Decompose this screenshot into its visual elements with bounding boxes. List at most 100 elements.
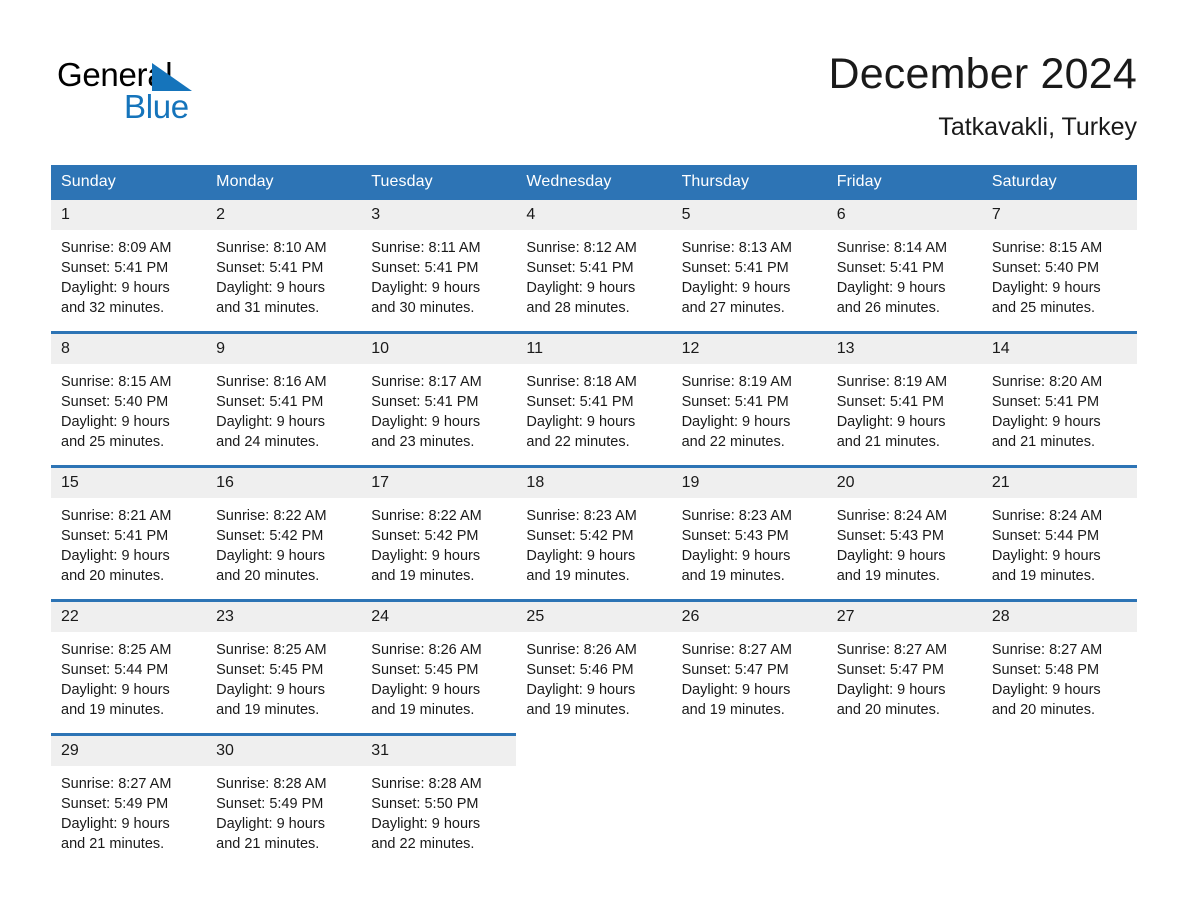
day-daylight-line2-text: and 19 minutes. [526, 568, 630, 584]
day-sunrise-text: Sunrise: 8:28 AM [216, 776, 327, 792]
day-number: 7 [981, 200, 1137, 230]
day-sun-info: Sunrise: 8:20 AM Sunset: 5:41 PM Daylight:… [982, 364, 1137, 452]
weekday-header-friday: Friday [826, 165, 982, 200]
calendar-day-cell[interactable]: 18 Sunrise: 8:23 AM Sunset: 5:42 PM Dayligh… [516, 465, 672, 601]
day-daylight-line2-text: and 30 minutes. [371, 300, 475, 316]
day-sun-info: Sunrise: 8:10 AM Sunset: 5:41 PM Daylight:… [206, 230, 361, 318]
calendar-day-cell[interactable]: 24 Sunrise: 8:26 AM Sunset: 5:45 PM Dayligh… [361, 599, 517, 735]
day-sunrise-text: Sunrise: 8:20 AM [991, 374, 1103, 390]
calendar-empty-cell [981, 734, 1137, 867]
day-cell-inner: 1 Sunrise: 8:09 AM Sunset: 5:41 PM Daylight… [51, 200, 207, 331]
day-cell-inner: 6 Sunrise: 8:14 AM Sunset: 5:41 PM Daylight… [826, 200, 982, 331]
day-cell-inner: 27 Sunrise: 8:27 AM Sunset: 5:47 PM Dayligh… [826, 602, 982, 735]
day-sun-info: Sunrise: 8:17 AM Sunset: 5:41 PM Daylight:… [361, 364, 516, 452]
day-daylight-line1-text: Daylight: 9 hours [681, 414, 791, 430]
day-cell-inner: 19 Sunrise: 8:23 AM Sunset: 5:43 PM Dayligh… [671, 468, 827, 599]
day-daylight-line1-text: Daylight: 9 hours [836, 682, 946, 698]
general-blue-logo[interactable]: General Blue [57, 46, 217, 123]
day-sunrise-text: Sunrise: 8:19 AM [836, 374, 948, 390]
day-number: 25 [516, 602, 672, 632]
calendar-day-cell[interactable]: 31 Sunrise: 8:28 AM Sunset: 5:50 PM Dayligh… [361, 733, 517, 867]
calendar-day-cell[interactable]: 28 Sunrise: 8:27 AM Sunset: 5:48 PM Dayligh… [981, 599, 1137, 735]
calendar-day-cell[interactable]: 12 Sunrise: 8:19 AM Sunset: 5:41 PM Dayligh… [671, 331, 827, 467]
calendar-day-cell[interactable]: 9 Sunrise: 8:16 AM Sunset: 5:41 PM Daylight… [206, 331, 362, 467]
calendar-day-cell[interactable]: 16 Sunrise: 8:22 AM Sunset: 5:42 PM Dayligh… [206, 465, 362, 601]
day-sunset-text: Sunset: 5:47 PM [681, 662, 789, 678]
day-number: 19 [671, 468, 827, 498]
day-daylight-line1-text: Daylight: 9 hours [216, 414, 325, 430]
calendar-day-cell[interactable]: 11 Sunrise: 8:18 AM Sunset: 5:41 PM Dayligh… [516, 331, 672, 467]
calendar-day-cell[interactable]: 1 Sunrise: 8:09 AM Sunset: 5:41 PM Daylight… [51, 200, 207, 333]
day-sunrise-text: Sunrise: 8:21 AM [61, 508, 172, 524]
calendar-day-cell[interactable]: 27 Sunrise: 8:27 AM Sunset: 5:47 PM Dayligh… [826, 599, 982, 735]
day-daylight-line2-text: and 25 minutes. [991, 300, 1096, 316]
calendar-empty-cell [826, 734, 982, 867]
calendar-day-cell[interactable]: 3 Sunrise: 8:11 AM Sunset: 5:41 PM Daylight… [361, 200, 517, 333]
day-daylight-line2-text: and 20 minutes. [836, 702, 940, 718]
calendar-day-cell[interactable]: 19 Sunrise: 8:23 AM Sunset: 5:43 PM Dayligh… [671, 465, 827, 601]
day-daylight-line2-text: and 19 minutes. [371, 702, 475, 718]
day-daylight-line2-text: and 26 minutes. [836, 300, 940, 316]
calendar-day-cell[interactable]: 2 Sunrise: 8:10 AM Sunset: 5:41 PM Daylight… [206, 200, 362, 333]
day-sunset-text: Sunset: 5:43 PM [836, 528, 944, 544]
calendar-day-cell[interactable]: 8 Sunrise: 8:15 AM Sunset: 5:40 PM Daylight… [51, 331, 207, 467]
calendar-week-row: 15 Sunrise: 8:21 AM Sunset: 5:41 PM Dayligh… [51, 465, 1137, 601]
day-cell-inner: 8 Sunrise: 8:15 AM Sunset: 5:40 PM Daylight… [51, 334, 207, 465]
day-daylight-line1-text: Daylight: 9 hours [216, 816, 325, 832]
day-sunrise-text: Sunrise: 8:26 AM [371, 642, 482, 658]
day-number: 24 [361, 602, 517, 632]
day-cell-inner: 2 Sunrise: 8:10 AM Sunset: 5:41 PM Daylight… [206, 200, 362, 331]
weekday-header-row: Sunday Monday Tuesday Wednesday Thursday… [51, 165, 1137, 200]
calendar-day-cell[interactable]: 4 Sunrise: 8:12 AM Sunset: 5:41 PM Daylight… [516, 200, 672, 333]
calendar-day-cell[interactable]: 7 Sunrise: 8:15 AM Sunset: 5:40 PM Daylight… [981, 200, 1137, 333]
day-number: 2 [206, 200, 362, 230]
day-sunrise-text: Sunrise: 8:18 AM [526, 374, 637, 390]
day-sunrise-text: Sunrise: 8:25 AM [216, 642, 327, 658]
day-daylight-line1-text: Daylight: 9 hours [991, 280, 1101, 296]
day-number: 18 [516, 468, 672, 498]
day-number: 12 [671, 334, 827, 364]
day-sun-info: Sunrise: 8:09 AM Sunset: 5:41 PM Daylight:… [51, 230, 206, 318]
day-sunset-text: Sunset: 5:41 PM [61, 260, 169, 276]
calendar-day-cell[interactable]: 13 Sunrise: 8:19 AM Sunset: 5:41 PM Dayligh… [826, 331, 982, 467]
day-sunset-text: Sunset: 5:41 PM [61, 528, 169, 544]
calendar-day-cell[interactable]: 23 Sunrise: 8:25 AM Sunset: 5:45 PM Dayligh… [206, 599, 362, 735]
calendar-day-cell[interactable]: 30 Sunrise: 8:28 AM Sunset: 5:49 PM Dayligh… [206, 733, 362, 867]
day-sunset-text: Sunset: 5:45 PM [371, 662, 479, 678]
day-sun-info: Sunrise: 8:24 AM Sunset: 5:43 PM Daylight:… [827, 498, 982, 586]
calendar-day-cell[interactable]: 26 Sunrise: 8:27 AM Sunset: 5:47 PM Dayligh… [671, 599, 827, 735]
day-daylight-line2-text: and 22 minutes. [681, 434, 785, 450]
day-sun-info: Sunrise: 8:26 AM Sunset: 5:46 PM Daylight:… [516, 632, 671, 720]
calendar-day-cell[interactable]: 5 Sunrise: 8:13 AM Sunset: 5:41 PM Daylight… [671, 200, 827, 333]
day-daylight-line1-text: Daylight: 9 hours [681, 280, 791, 296]
day-sunrise-text: Sunrise: 8:16 AM [216, 374, 327, 390]
day-daylight-line1-text: Daylight: 9 hours [991, 682, 1101, 698]
day-sunrise-text: Sunrise: 8:26 AM [526, 642, 637, 658]
calendar-day-cell[interactable]: 21 Sunrise: 8:24 AM Sunset: 5:44 PM Dayligh… [981, 465, 1137, 601]
day-cell-inner: 20 Sunrise: 8:24 AM Sunset: 5:43 PM Dayligh… [826, 468, 982, 599]
calendar-empty-cell [671, 734, 827, 867]
day-sun-info: Sunrise: 8:12 AM Sunset: 5:41 PM Daylight:… [516, 230, 671, 318]
calendar-day-cell[interactable]: 29 Sunrise: 8:27 AM Sunset: 5:49 PM Dayligh… [51, 733, 207, 867]
calendar-day-cell[interactable]: 10 Sunrise: 8:17 AM Sunset: 5:41 PM Dayligh… [361, 331, 517, 467]
day-daylight-line2-text: and 32 minutes. [61, 300, 165, 316]
day-sun-info: Sunrise: 8:19 AM Sunset: 5:41 PM Daylight:… [827, 364, 982, 452]
day-sun-info: Sunrise: 8:13 AM Sunset: 5:41 PM Daylight:… [672, 230, 827, 318]
day-daylight-line1-text: Daylight: 9 hours [526, 682, 636, 698]
day-sun-info: Sunrise: 8:27 AM Sunset: 5:47 PM Daylight:… [672, 632, 827, 720]
calendar-day-cell[interactable]: 22 Sunrise: 8:25 AM Sunset: 5:44 PM Dayligh… [51, 599, 207, 735]
day-number: 20 [826, 468, 982, 498]
day-sunset-text: Sunset: 5:41 PM [526, 394, 634, 410]
day-number: 16 [206, 468, 362, 498]
calendar-day-cell[interactable]: 25 Sunrise: 8:26 AM Sunset: 5:46 PM Dayligh… [516, 599, 672, 735]
day-number: 30 [206, 736, 362, 766]
calendar-day-cell[interactable]: 14 Sunrise: 8:20 AM Sunset: 5:41 PM Dayligh… [981, 331, 1137, 467]
calendar-day-cell[interactable]: 17 Sunrise: 8:22 AM Sunset: 5:42 PM Dayligh… [361, 465, 517, 601]
day-sunset-text: Sunset: 5:41 PM [526, 260, 634, 276]
calendar-day-cell[interactable]: 15 Sunrise: 8:21 AM Sunset: 5:41 PM Dayligh… [51, 465, 207, 601]
day-number: 23 [206, 602, 362, 632]
day-sunset-text: Sunset: 5:40 PM [991, 260, 1100, 276]
day-cell-inner: 3 Sunrise: 8:11 AM Sunset: 5:41 PM Daylight… [361, 200, 517, 331]
calendar-day-cell[interactable]: 6 Sunrise: 8:14 AM Sunset: 5:41 PM Daylight… [826, 200, 982, 333]
calendar-day-cell[interactable]: 20 Sunrise: 8:24 AM Sunset: 5:43 PM Dayligh… [826, 465, 982, 601]
